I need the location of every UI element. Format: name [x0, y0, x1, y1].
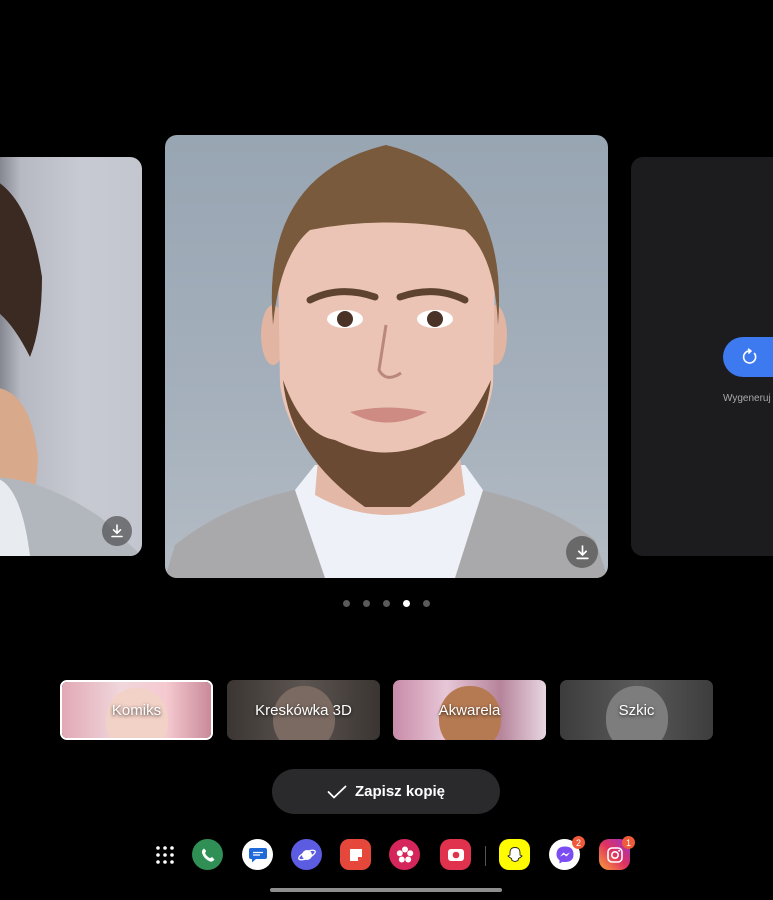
phone-icon[interactable] — [192, 839, 223, 870]
grid-icon — [155, 845, 174, 864]
notification-badge: 2 — [572, 836, 585, 849]
notification-badge: 1 — [622, 836, 635, 849]
regenerate-card: Wygeneruj — [631, 157, 773, 556]
screen-recorder-icon[interactable] — [440, 839, 471, 870]
regenerate-label: Wygeneruj — [723, 393, 771, 404]
style-chip-komiks[interactable]: Komiks — [60, 680, 213, 740]
flower-glyph — [396, 846, 413, 862]
style-chip-label: Kreskówka 3D — [255, 701, 352, 719]
style-chip-label: Komiks — [111, 701, 162, 719]
page-dot[interactable] — [363, 600, 370, 607]
style-chip-label: Akwarela — [438, 701, 501, 719]
note-glyph — [349, 848, 362, 861]
save-copy-label: Zapisz kopię — [354, 783, 446, 800]
internet-icon[interactable] — [291, 839, 322, 870]
download-button[interactable] — [566, 536, 598, 568]
page-dot-active[interactable] — [403, 600, 410, 607]
page-indicator — [0, 600, 773, 607]
ghost-glyph — [506, 846, 523, 862]
style-chip-szkic[interactable]: Szkic — [560, 680, 713, 740]
app-drawer-icon[interactable] — [149, 839, 180, 870]
checkmark-icon — [327, 785, 347, 798]
snapchat-icon[interactable] — [499, 839, 530, 870]
messenger-glyph — [556, 846, 573, 863]
refresh-icon — [742, 348, 757, 364]
style-selector: Komiks Kreskówka 3D Akwarela Szkic — [60, 680, 714, 740]
handset-glyph — [201, 848, 214, 862]
planet-glyph — [297, 849, 316, 860]
page-dot[interactable] — [343, 600, 350, 607]
save-copy-button[interactable]: Zapisz kopię — [272, 769, 500, 814]
chat-bubble-glyph — [248, 847, 267, 862]
download-icon — [575, 544, 589, 559]
portrait-card-current[interactable] — [165, 135, 608, 578]
dock-divider — [485, 846, 486, 866]
camera-outline-glyph — [606, 846, 623, 863]
camera-glyph — [447, 848, 464, 861]
page-dot[interactable] — [423, 600, 430, 607]
download-icon — [111, 524, 123, 538]
page-dot[interactable] — [383, 600, 390, 607]
notes-icon[interactable] — [340, 839, 371, 870]
style-chip-label: Szkic — [618, 701, 655, 719]
home-indicator[interactable] — [270, 888, 502, 892]
messenger-icon[interactable]: 2 — [549, 836, 585, 870]
style-chip-kreskowka-3d[interactable]: Kreskówka 3D — [227, 680, 380, 740]
messages-icon[interactable] — [242, 839, 273, 870]
style-chip-akwarela[interactable]: Akwarela — [393, 680, 546, 740]
gallery-icon[interactable] — [389, 839, 420, 870]
portrait-image-previous — [0, 183, 142, 556]
regenerate-button[interactable] — [723, 337, 773, 377]
download-button[interactable] — [102, 516, 132, 546]
portrait-card-previous[interactable] — [0, 157, 142, 556]
instagram-icon[interactable]: 1 — [599, 836, 635, 870]
portrait-image-current — [165, 145, 608, 578]
